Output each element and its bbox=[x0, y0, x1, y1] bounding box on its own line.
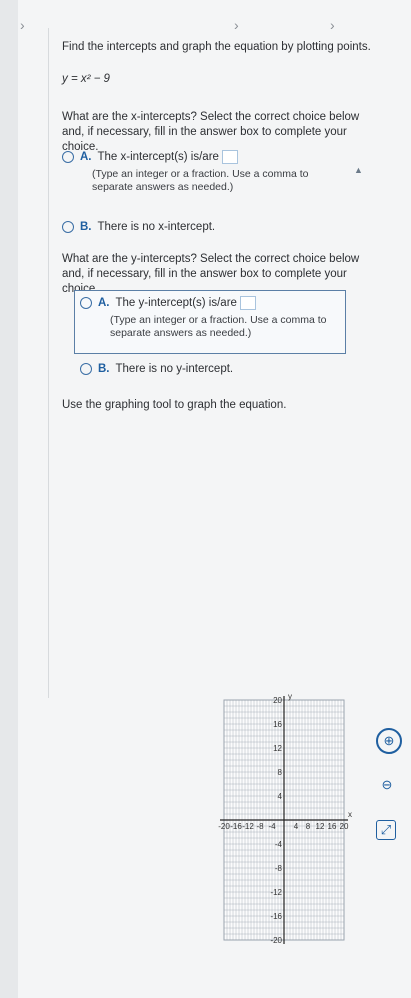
y-tick-label: -4 bbox=[275, 840, 283, 849]
y-option-a-letter: A. bbox=[98, 297, 110, 310]
chevron-right-icon[interactable]: › bbox=[234, 17, 239, 33]
problem-equation: y = x² − 9 bbox=[62, 73, 110, 85]
y-tick-label: -16 bbox=[270, 912, 282, 921]
y-tick-label: -12 bbox=[270, 888, 282, 897]
y-option-b-text: There is no y-intercept. bbox=[115, 363, 234, 375]
y-option-b[interactable]: B. There is no y-intercept. bbox=[80, 362, 340, 377]
y-intercept-answer-box[interactable] bbox=[240, 296, 257, 310]
x-option-b[interactable]: B. There is no x-intercept. bbox=[62, 220, 362, 235]
y-tick-label: -20 bbox=[270, 936, 282, 945]
chevron-right-icon[interactable]: › bbox=[330, 17, 335, 33]
graph-area[interactable]: -20 -16 -12 -8 -4 4 8 12 16 20 20 16 12 8 4 -4 -8 -12 -16-… bbox=[214, 690, 354, 950]
x-tick-label: 12 bbox=[316, 822, 325, 831]
x-tick-label: 4 bbox=[294, 822, 299, 831]
y-tick-label: -8 bbox=[275, 864, 283, 873]
problem-instruction: Find the intercepts and graph the equati… bbox=[62, 41, 371, 53]
y-option-a[interactable]: A. The y-intercept(s) is/are bbox=[80, 296, 340, 311]
x-tick-label: 16 bbox=[328, 822, 337, 831]
y-option-a-text: The y-intercept(s) is/are bbox=[115, 297, 237, 310]
y-tick-label: 12 bbox=[273, 744, 282, 753]
x-tick-label: 8 bbox=[306, 822, 311, 831]
y-axis-label: y bbox=[288, 692, 292, 701]
y-option-a-radio[interactable] bbox=[80, 297, 92, 309]
x-intercept-question: What are the x-intercepts? Select the co… bbox=[62, 111, 360, 153]
x-intercept-answer-box[interactable] bbox=[222, 150, 239, 164]
x-tick-label: -4 bbox=[268, 822, 276, 831]
y-tick-label: 8 bbox=[278, 768, 283, 777]
expand-icon[interactable]: ⤢ bbox=[376, 820, 396, 840]
screen: › › › Find the intercepts and graph the … bbox=[0, 0, 411, 998]
zoom-in-icon[interactable]: ⊕ bbox=[376, 728, 402, 754]
x-axis-label: x bbox=[348, 810, 352, 819]
x-option-a[interactable]: A. The x-intercept(s) is/are bbox=[62, 150, 362, 165]
x-tick-label: -12 bbox=[242, 822, 254, 831]
x-option-a-letter: A. bbox=[80, 151, 92, 164]
x-option-a-text: The x-intercept(s) is/are bbox=[97, 151, 219, 164]
coordinate-grid[interactable]: -20 -16 -12 -8 -4 4 8 12 16 2020161284-4-8-12-16-… bbox=[214, 690, 354, 950]
x-tick-label: -8 bbox=[256, 822, 264, 831]
x-option-b-text: There is no x-intercept. bbox=[97, 221, 216, 233]
x-tick-label: -16 bbox=[230, 822, 242, 831]
y-option-a-hint: (Type an integer or a fraction. Use a co… bbox=[110, 314, 327, 339]
x-option-a-radio[interactable] bbox=[62, 151, 74, 163]
y-tick-label: 4 bbox=[278, 792, 283, 801]
scroll-arrow-icon[interactable]: ▲ bbox=[354, 165, 363, 175]
x-option-b-radio[interactable] bbox=[62, 220, 74, 233]
left-strip bbox=[0, 0, 18, 998]
x-tick-label: 20 bbox=[340, 822, 349, 831]
chevron-right-icon[interactable]: › bbox=[20, 17, 25, 33]
divider bbox=[48, 28, 49, 698]
y-option-b-letter: B. bbox=[98, 363, 110, 375]
y-option-b-radio[interactable] bbox=[80, 362, 92, 375]
graph-instruction: Use the graphing tool to graph the equat… bbox=[62, 399, 287, 411]
y-tick-label: 16 bbox=[273, 720, 282, 729]
x-option-b-letter: B. bbox=[80, 221, 92, 233]
y-tick-label: 20 bbox=[273, 696, 282, 705]
x-tick-label: -20 bbox=[218, 822, 230, 831]
zoom-out-icon[interactable]: ⊖ bbox=[376, 774, 398, 796]
x-option-a-hint: (Type an integer or a fraction. Use a co… bbox=[92, 168, 309, 193]
